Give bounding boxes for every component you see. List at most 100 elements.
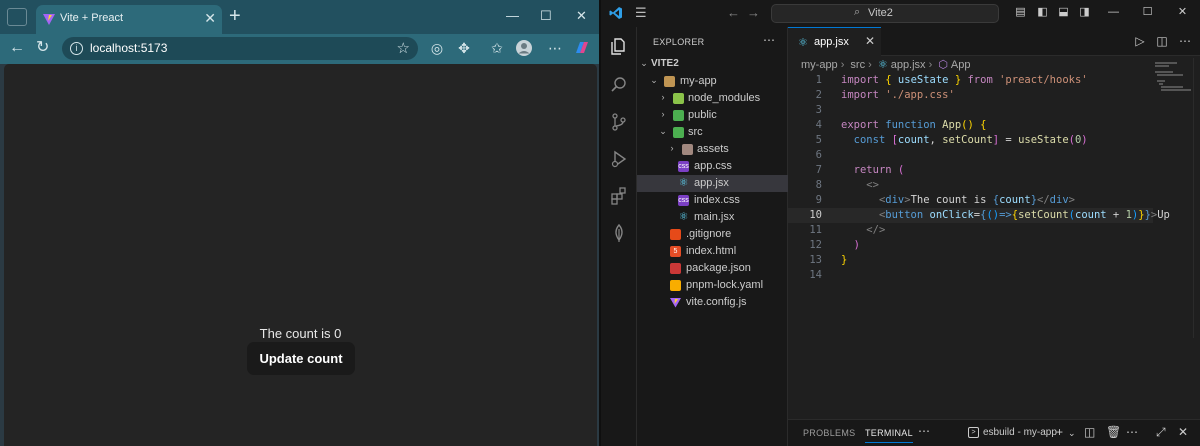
mongodb-leaf-icon[interactable] (609, 223, 629, 243)
tree-label: my-app (680, 75, 717, 87)
hamburger-menu-icon[interactable]: ☰ (635, 5, 647, 21)
extension-icon[interactable]: ◎ (428, 39, 446, 57)
site-info-icon[interactable]: i (70, 42, 83, 55)
search-view-icon[interactable] (609, 75, 629, 95)
css-file-icon: css (678, 161, 689, 172)
tree-item-src[interactable]: ⌄ src (637, 124, 788, 141)
explorer-more-icon[interactable]: ⋯ (763, 33, 775, 47)
copilot-icon[interactable] (573, 39, 591, 57)
breadcrumb-item[interactable]: app.jsx (891, 59, 926, 71)
breadcrumb-item[interactable]: App (951, 59, 971, 71)
source-control-icon[interactable] (609, 112, 629, 132)
browser-toolbar: ← ↻ i localhost:5173 ☆ ◎ ✥ ✩ ⋯ (0, 34, 600, 64)
extensions-puzzle-icon[interactable]: ✥ (455, 39, 473, 57)
tree-item-node-modules[interactable]: › node_modules (637, 90, 788, 107)
back-icon[interactable]: ← (9, 39, 25, 57)
run-icon[interactable]: ▷ (1133, 34, 1147, 48)
terminal-name[interactable]: esbuild - my-app (983, 427, 1057, 438)
favorite-star-icon[interactable]: ☆ (397, 39, 410, 57)
toggle-panel-icon[interactable]: ⬓ (1057, 6, 1070, 19)
tree-item-package-json[interactable]: package.json (637, 260, 788, 277)
src-folder-icon (673, 127, 684, 138)
split-terminal-icon[interactable]: ◫ (1084, 425, 1095, 439)
tab-close-icon[interactable]: ✕ (204, 9, 216, 27)
panel-more-actions-icon[interactable]: ⋯ (1126, 425, 1138, 439)
run-debug-icon[interactable] (609, 149, 629, 169)
browser-window: Vite + Preact ✕ + — ☐ ✕ ← ↻ i localhost:… (0, 0, 600, 446)
tree-item-vite-config[interactable]: vite.config.js (637, 294, 788, 311)
new-terminal-icon[interactable]: + (1056, 425, 1063, 439)
search-text: Vite2 (868, 7, 893, 19)
new-tab-icon[interactable]: + (229, 5, 241, 27)
code-editor[interactable]: 1 import { useState } from 'preact/hooks'… (788, 73, 1170, 283)
toggle-sidebar-icon[interactable]: ◧ (1036, 6, 1049, 19)
command-search-box[interactable]: ⌕ Vite2 (771, 4, 999, 23)
tree-label: main.jsx (694, 211, 735, 223)
code-text: import { useState } from 'preact/hooks' (841, 74, 1088, 86)
tree-label: index.css (694, 194, 740, 206)
close-panel-icon[interactable]: ✕ (1178, 425, 1188, 439)
editor-tabbar: ⚛ app.jsx ✕ ▷ ◫ ⋯ (788, 27, 1200, 56)
tree-item-my-app[interactable]: ⌄ my-app (637, 73, 788, 90)
split-editor-icon[interactable]: ◫ (1155, 34, 1169, 48)
editor-scrollbar[interactable] (1193, 58, 1200, 338)
explorer-sidebar: EXPLORER ⋯ ⌄ VITE2 ⌄ my-app › node_modul… (637, 27, 788, 446)
customize-layout-icon[interactable]: ▤ (1014, 6, 1027, 19)
nav-forward-icon[interactable]: → (747, 5, 760, 21)
minimize-icon[interactable]: — (1107, 6, 1120, 19)
bottom-panel: PROBLEMS TERMINAL ⋯ > esbuild - my-app +… (788, 419, 1200, 446)
line-number: 7 (815, 164, 822, 176)
tab-actions-icon[interactable] (7, 8, 27, 26)
refresh-icon[interactable]: ↻ (36, 39, 49, 57)
panel-more-icon[interactable]: ⋯ (918, 424, 930, 438)
editor-tab-app-jsx[interactable]: ⚛ app.jsx ✕ (788, 27, 881, 56)
trash-icon[interactable]: 🗑 (1106, 425, 1121, 439)
line-number: 8 (815, 179, 822, 191)
breadcrumb-item[interactable]: my-app (801, 59, 838, 71)
tree-label: app.css (694, 160, 732, 172)
terminal-icon: > (968, 427, 979, 438)
tree-label: src (688, 126, 703, 138)
menu-dots-icon[interactable]: ⋯ (546, 39, 564, 57)
close-window-icon[interactable]: ✕ (576, 8, 587, 24)
tab-terminal[interactable]: TERMINAL (865, 428, 913, 443)
close-window-icon[interactable]: ✕ (1176, 6, 1189, 19)
minimize-icon[interactable]: — (506, 8, 519, 24)
minimap-line (1155, 65, 1169, 67)
maximize-panel-icon[interactable]: ⤢ (1156, 425, 1166, 440)
tree-item-pnpm-lock[interactable]: pnpm-lock.yaml (637, 277, 788, 294)
update-count-button[interactable]: Update count (247, 342, 355, 375)
minimap[interactable] (1153, 58, 1193, 118)
root-folder-label: VITE2 (651, 58, 679, 69)
react-file-icon: ⚛ (798, 37, 808, 49)
breadcrumb: my-app › src › ⚛ app.jsx › ⬡ App (801, 59, 971, 71)
code-text: return ( (853, 164, 905, 176)
tree-item-app-jsx[interactable]: ⚛ app.jsx (637, 175, 788, 192)
tab-problems[interactable]: PROBLEMS (803, 428, 855, 438)
nav-back-icon[interactable]: ← (727, 5, 740, 21)
tree-item-public[interactable]: › public (637, 107, 788, 124)
extensions-icon[interactable] (609, 186, 629, 206)
favorites-icon[interactable]: ✩ (488, 39, 506, 57)
browser-tab[interactable]: Vite + Preact ✕ (36, 5, 222, 34)
explorer-icon[interactable] (609, 36, 629, 56)
chevron-down-icon[interactable]: ⌄ (1068, 428, 1076, 439)
tab-close-icon[interactable]: ✕ (865, 34, 875, 48)
tree-item-assets[interactable]: › assets (637, 141, 788, 158)
breadcrumb-item[interactable]: src (850, 59, 865, 71)
tree-root-folder[interactable]: ⌄ VITE2 (637, 56, 788, 73)
toggle-secondary-sidebar-icon[interactable]: ◨ (1078, 6, 1091, 19)
address-bar[interactable]: i localhost:5173 ☆ (62, 37, 418, 60)
vite-logo-icon (43, 14, 55, 25)
url-text[interactable]: localhost:5173 (90, 41, 167, 55)
profile-avatar-icon[interactable] (515, 39, 533, 57)
maximize-icon[interactable]: ☐ (1141, 6, 1154, 19)
tree-item-gitignore[interactable]: .gitignore (637, 226, 788, 243)
editor-more-icon[interactable]: ⋯ (1178, 34, 1192, 48)
tree-item-app-css[interactable]: css app.css (637, 158, 788, 175)
maximize-icon[interactable]: ☐ (540, 8, 552, 24)
line-number: 6 (815, 149, 822, 161)
tree-item-main-jsx[interactable]: ⚛ main.jsx (637, 209, 788, 226)
tree-item-index-css[interactable]: css index.css (637, 192, 788, 209)
tree-item-index-html[interactable]: 5 index.html (637, 243, 788, 260)
